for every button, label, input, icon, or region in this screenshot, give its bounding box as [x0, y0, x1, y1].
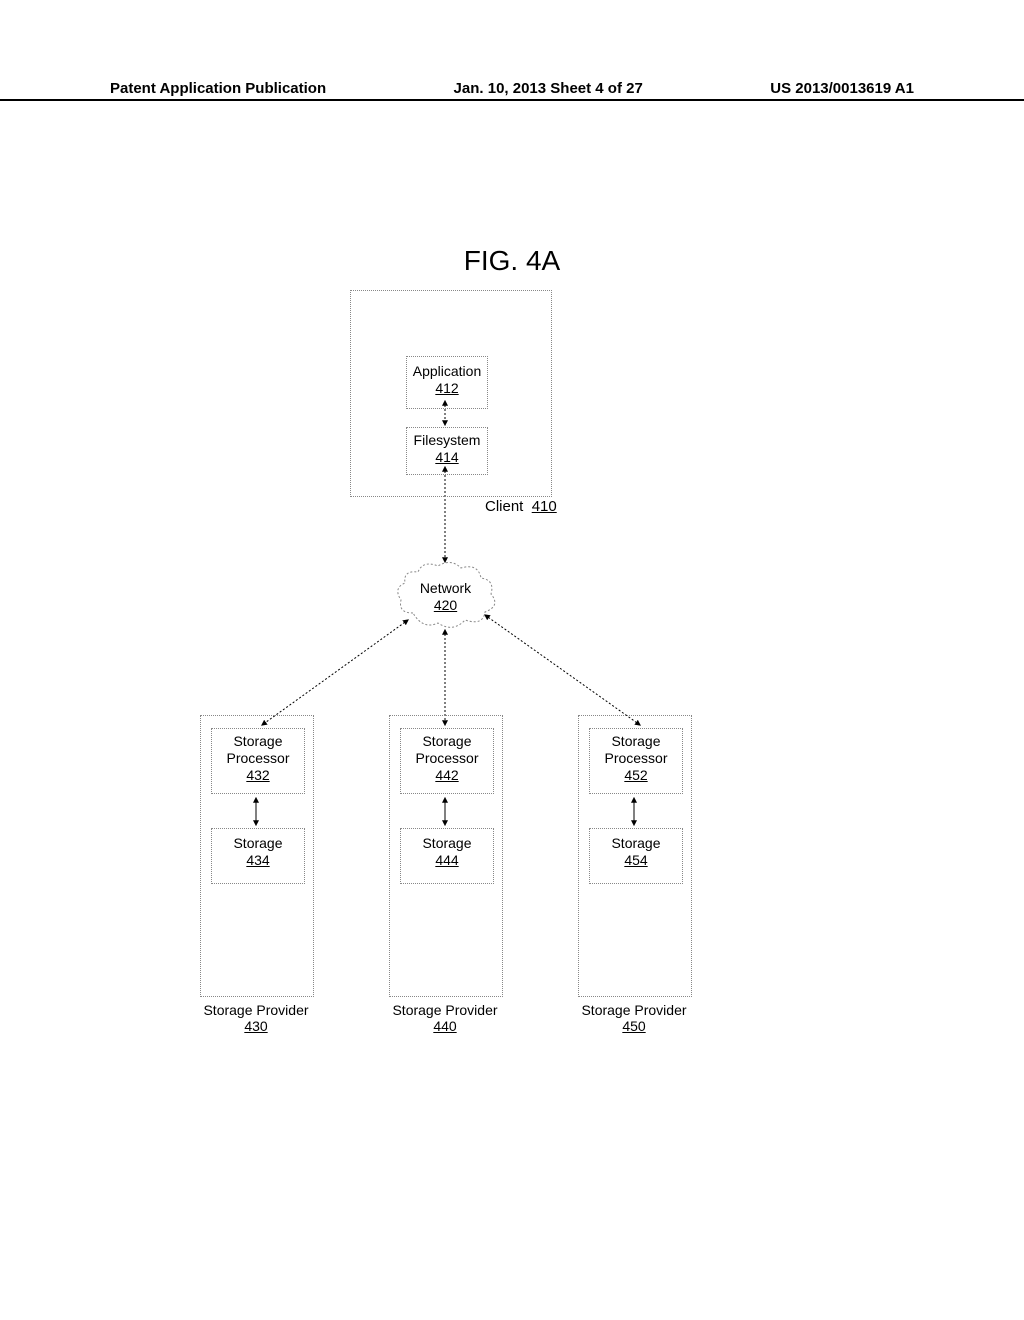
network-label: Network [420, 580, 471, 596]
provider-ref-2: 450 [622, 1018, 645, 1034]
network-ref: 420 [434, 597, 457, 613]
storage-box-0: Storage 434 [211, 828, 305, 884]
storage-ref-1: 444 [435, 852, 458, 868]
processor-box-1: Storage Processor 442 [400, 728, 494, 794]
application-ref: 412 [435, 380, 458, 396]
processor-ref-2: 452 [624, 767, 647, 783]
storage-box-1: Storage 444 [400, 828, 494, 884]
storage-label-2: Storage [611, 835, 660, 851]
filesystem-ref: 414 [435, 449, 458, 465]
provider-label-text-0: Storage Provider [203, 1002, 308, 1018]
storage-ref-2: 454 [624, 852, 647, 868]
application-box: Application 412 [406, 356, 488, 409]
provider-label-text-1: Storage Provider [392, 1002, 497, 1018]
client-box: Application 412 Filesystem 414 [350, 290, 552, 497]
storage-label-1: Storage [422, 835, 471, 851]
provider-ref-0: 430 [244, 1018, 267, 1034]
provider-label-2: Storage Provider 450 [559, 1002, 709, 1034]
provider-label-1: Storage Provider 440 [370, 1002, 520, 1034]
client-label-text: Client [485, 498, 523, 515]
header-center: Jan. 10, 2013 Sheet 4 of 27 [454, 80, 643, 97]
diagram: Application 412 Filesystem 414 Client 41… [0, 280, 1024, 1080]
provider-label-0: Storage Provider 430 [181, 1002, 331, 1034]
processor-box-0: Storage Processor 432 [211, 728, 305, 794]
processor-box-2: Storage Processor 452 [589, 728, 683, 794]
processor-ref-0: 432 [246, 767, 269, 783]
provider-box-0: Storage Processor 432 Storage 434 [200, 715, 314, 997]
provider-ref-1: 440 [433, 1018, 456, 1034]
client-label: Client 410 [485, 498, 557, 515]
storage-label-0: Storage [233, 835, 282, 851]
header-left: Patent Application Publication [110, 80, 326, 97]
processor-label-1: Storage Processor [415, 733, 478, 766]
client-ref: 410 [532, 498, 557, 515]
header-right: US 2013/0013619 A1 [770, 80, 914, 97]
processor-label-2: Storage Processor [604, 733, 667, 766]
processor-label-0: Storage Processor [226, 733, 289, 766]
provider-box-1: Storage Processor 442 Storage 444 [389, 715, 503, 997]
figure-title: FIG. 4A [0, 245, 1024, 277]
application-label: Application [413, 363, 482, 379]
network-cloud: Network 420 [393, 558, 498, 633]
processor-ref-1: 442 [435, 767, 458, 783]
page-header: Patent Application Publication Jan. 10, … [0, 80, 1024, 101]
filesystem-box: Filesystem 414 [406, 427, 488, 475]
provider-label-text-2: Storage Provider [581, 1002, 686, 1018]
storage-ref-0: 434 [246, 852, 269, 868]
storage-box-2: Storage 454 [589, 828, 683, 884]
provider-box-2: Storage Processor 452 Storage 454 [578, 715, 692, 997]
filesystem-label: Filesystem [414, 432, 481, 448]
